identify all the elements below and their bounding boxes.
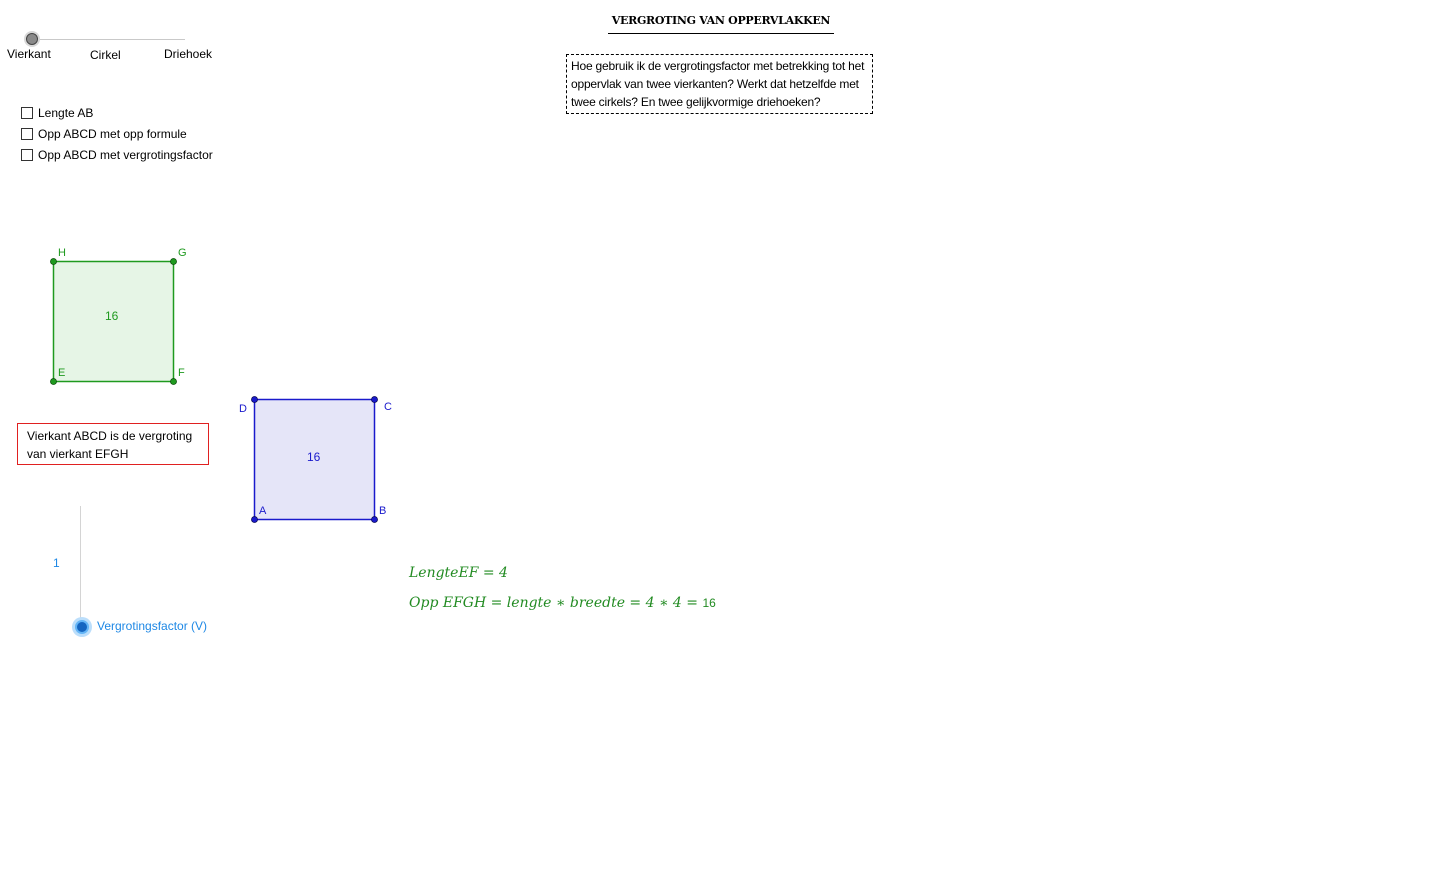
point-d[interactable]	[251, 396, 258, 403]
label-h: H	[58, 247, 66, 259]
point-a[interactable]	[251, 516, 258, 523]
point-g[interactable]	[170, 258, 177, 265]
factor-slider-track[interactable]	[80, 506, 81, 626]
area-abcd-label: 16	[307, 450, 321, 464]
formula-opp-text: Opp EFGH = lengte ∗ breedte = 4 ∗ 4 =	[409, 595, 703, 611]
label-g: G	[178, 247, 187, 259]
formula-lengte-ef: LengteEF = 4	[409, 565, 508, 581]
square-efgh[interactable]: H G E F 16	[50, 247, 187, 385]
point-h[interactable]	[50, 258, 57, 265]
info-box: Vierkant ABCD is de vergroting van vierk…	[17, 423, 209, 465]
label-b: B	[379, 505, 386, 517]
point-c[interactable]	[371, 396, 378, 403]
factor-slider-label[interactable]: Vergrotingsfactor (V)	[97, 619, 207, 633]
factor-slider-knob-icon[interactable]	[75, 620, 89, 634]
factor-slider-value: 1	[53, 556, 60, 570]
point-f[interactable]	[170, 378, 177, 385]
label-a: A	[259, 505, 267, 517]
formula-opp-efgh: Opp EFGH = lengte ∗ breedte = 4 ∗ 4 = 16	[409, 595, 716, 611]
square-abcd[interactable]: D C A B 16	[239, 396, 392, 523]
point-e[interactable]	[50, 378, 57, 385]
point-b[interactable]	[371, 516, 378, 523]
area-efgh-label: 16	[105, 309, 119, 323]
label-f: F	[178, 367, 185, 379]
label-e: E	[58, 367, 65, 379]
label-c: C	[384, 401, 392, 413]
formula-opp-result: 16	[702, 596, 716, 610]
geometry-canvas[interactable]: H G E F 16 D C A B 16	[0, 0, 1456, 886]
label-d: D	[239, 403, 247, 415]
